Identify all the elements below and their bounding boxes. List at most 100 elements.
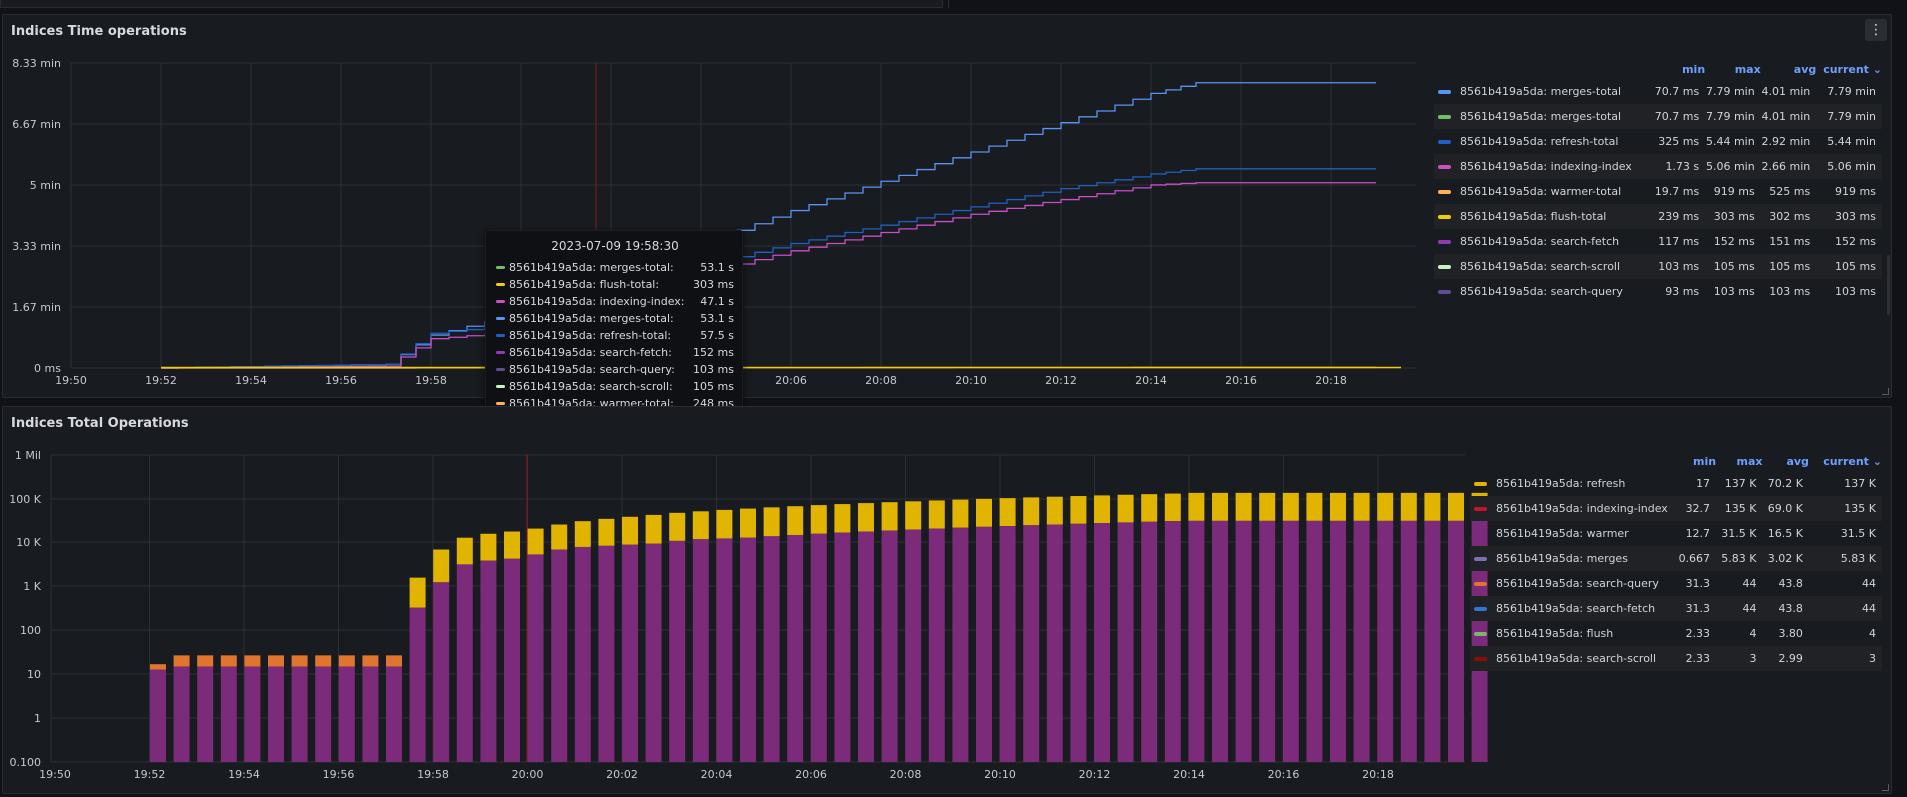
bar-segment[interactable]	[645, 543, 662, 762]
bar-segment[interactable]	[173, 655, 190, 667]
bar-segment[interactable]	[574, 546, 591, 762]
bar-segment[interactable]	[763, 536, 780, 762]
legend-series-label[interactable]: 8561b419a5da: flush	[1496, 627, 1613, 640]
legend-series-label[interactable]: 8561b419a5da: search-fetch	[1496, 602, 1655, 615]
legend-row[interactable]: 8561b419a5da: search-fetch 31.3 44 43.8 44	[1470, 596, 1882, 621]
bar-segment[interactable]	[1212, 492, 1228, 521]
bar-segment[interactable]	[1448, 520, 1464, 762]
legend-row[interactable]: 8561b419a5da: flush 2.33 4 3.80 4	[1470, 621, 1882, 646]
series-line[interactable]	[161, 82, 1376, 369]
bar-segment[interactable]	[1141, 494, 1158, 522]
legend-series-label[interactable]: 8561b419a5da: refresh	[1496, 477, 1625, 490]
bar-segment[interactable]	[1141, 521, 1158, 762]
legend-row[interactable]: 8561b419a5da: merges-total 70.7 ms 7.79 mi…	[1434, 79, 1882, 104]
bar-segment[interactable]	[574, 521, 591, 547]
bar-segment[interactable]	[433, 582, 450, 762]
bar-segment[interactable]	[976, 526, 992, 762]
bar-segment[interactable]	[1235, 492, 1252, 521]
bar-segment[interactable]	[362, 666, 379, 762]
bar-segment[interactable]	[1330, 520, 1346, 762]
bar-segment[interactable]	[504, 558, 520, 762]
legend-row[interactable]: 8561b419a5da: merges 0.667 5.83 K 3.02 K 5.8…	[1470, 546, 1882, 571]
bar-segment[interactable]	[1400, 492, 1417, 521]
bar-segment[interactable]	[244, 666, 261, 762]
bar-segment[interactable]	[881, 530, 898, 762]
bar-segment[interactable]	[1353, 520, 1370, 762]
bar-segment[interactable]	[291, 655, 308, 667]
legend-header-avg[interactable]: avg	[1763, 452, 1808, 471]
bar-segment[interactable]	[1164, 521, 1181, 762]
bar-segment[interactable]	[1117, 522, 1134, 762]
legend-row[interactable]: 8561b419a5da: indexing-index 32.7 135 K 69.…	[1470, 496, 1882, 521]
bar-segment[interactable]	[716, 509, 733, 539]
bar-segment[interactable]	[1306, 492, 1323, 521]
bar-segment[interactable]	[1070, 523, 1087, 762]
bar-segment[interactable]	[598, 518, 615, 546]
bar-segment[interactable]	[386, 655, 402, 667]
bar-segment[interactable]	[1424, 492, 1441, 521]
legend-series-label[interactable]: 8561b419a5da: search-scroll	[1496, 652, 1656, 665]
bar-segment[interactable]	[928, 500, 945, 529]
legend-series-label[interactable]: 8561b419a5da: merges-total	[1460, 85, 1621, 98]
total-operations-chart[interactable]: 1 Mil 100 K 10 K 1 K 100 10 1 0.10019:50 19:52 19…	[3, 407, 1488, 795]
legend-header-current[interactable]: current ⌄	[1816, 60, 1882, 79]
bar-segment[interactable]	[834, 504, 851, 533]
bar-segment[interactable]	[527, 528, 544, 555]
bar-segment[interactable]	[834, 532, 851, 762]
bar-segment[interactable]	[220, 655, 237, 667]
legend-series-label[interactable]: 8561b419a5da: warmer	[1496, 527, 1629, 540]
legend-series-label[interactable]: 8561b419a5da: search-fetch	[1460, 235, 1619, 248]
bar-segment[interactable]	[810, 505, 827, 534]
legend-row[interactable]: 8561b419a5da: search-query 31.3 44 43.8 44	[1470, 571, 1882, 596]
legend-row[interactable]: 8561b419a5da: merges-total 70.7 ms 7.79 mi…	[1434, 104, 1882, 129]
bar-segment[interactable]	[858, 503, 874, 532]
legend-row[interactable]: 8561b419a5da: search-query 93 ms 103 ms 103…	[1434, 279, 1882, 304]
bar-segment[interactable]	[1377, 492, 1394, 521]
bar-segment[interactable]	[409, 577, 426, 608]
legend-row[interactable]: 8561b419a5da: search-scroll 103 ms 105 ms 1…	[1434, 254, 1882, 279]
legend-series-label[interactable]: 8561b419a5da: refresh-total	[1460, 135, 1618, 148]
bar-segment[interactable]	[197, 666, 214, 762]
bar-segment[interactable]	[456, 537, 473, 565]
bar-segment[interactable]	[433, 549, 450, 583]
legend-row[interactable]: 8561b419a5da: refresh-total 325 ms 5.44 mi…	[1434, 129, 1882, 154]
bar-segment[interactable]	[173, 666, 190, 762]
bar-segment[interactable]	[1094, 523, 1110, 762]
series-line[interactable]	[161, 168, 1376, 369]
bar-segment[interactable]	[1023, 497, 1040, 526]
bar-segment[interactable]	[999, 526, 1016, 762]
bar-segment[interactable]	[338, 666, 355, 762]
bar-segment[interactable]	[315, 666, 332, 762]
bar-segment[interactable]	[1212, 520, 1228, 762]
bar-segment[interactable]	[858, 531, 874, 762]
bar-segment[interactable]	[669, 512, 686, 541]
bar-segment[interactable]	[1235, 520, 1252, 762]
bar-segment[interactable]	[504, 531, 520, 559]
bar-segment[interactable]	[1400, 520, 1417, 762]
panel-menu-icon[interactable]: ⋮	[1865, 19, 1887, 41]
bar-segment[interactable]	[881, 502, 898, 531]
bar-segment[interactable]	[362, 655, 379, 667]
bar-segment[interactable]	[645, 514, 662, 544]
bar-segment[interactable]	[480, 560, 497, 762]
bar-segment[interactable]	[976, 498, 992, 527]
legend-series-label[interactable]: 8561b419a5da: merges	[1496, 552, 1628, 565]
legend-row[interactable]: 8561b419a5da: search-fetch 117 ms 152 ms 15…	[1434, 229, 1882, 254]
bar-segment[interactable]	[1164, 493, 1181, 522]
bar-segment[interactable]	[551, 524, 568, 550]
bar-segment[interactable]	[1306, 520, 1323, 762]
legend-row[interactable]: 8561b419a5da: flush-total 239 ms 303 ms 302…	[1434, 204, 1882, 229]
legend-series-label[interactable]: 8561b419a5da: search-query	[1496, 577, 1659, 590]
bar-segment[interactable]	[551, 549, 568, 762]
bar-segment[interactable]	[1046, 496, 1063, 525]
bar-segment[interactable]	[1046, 524, 1063, 762]
bar-segment[interactable]	[338, 655, 355, 667]
bar-segment[interactable]	[291, 666, 308, 762]
legend-series-label[interactable]: 8561b419a5da: search-scroll	[1460, 260, 1620, 273]
bar-segment[interactable]	[197, 655, 214, 667]
legend-series-label[interactable]: 8561b419a5da: warmer-total	[1460, 185, 1621, 198]
bar-segment[interactable]	[1424, 520, 1441, 762]
bar-segment[interactable]	[268, 655, 284, 667]
scroll-indicator[interactable]	[1887, 255, 1890, 315]
bar-segment[interactable]	[1259, 492, 1276, 521]
